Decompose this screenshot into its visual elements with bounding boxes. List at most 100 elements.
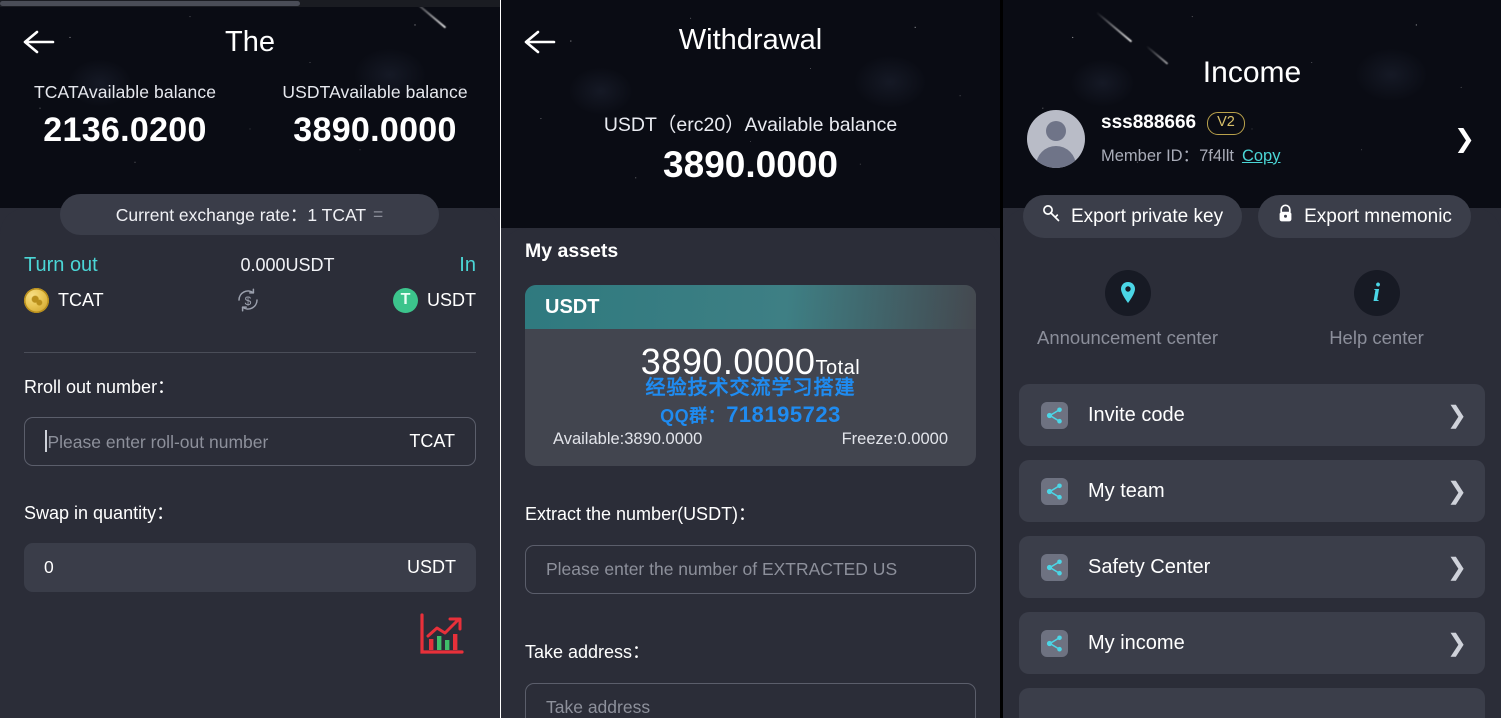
extract-placeholder: Please enter the number of EXTRACTED US [546, 559, 898, 579]
lock-icon [1277, 204, 1294, 229]
roll-out-placeholder-text: Please enter roll-out number [47, 432, 269, 452]
turn-in-label[interactable]: In [459, 254, 476, 277]
swap-in-label: Swap in quantity： [24, 503, 175, 523]
copy-button[interactable]: Copy [1242, 147, 1281, 165]
exchange-panel: The TCATAvailable balance 2136.0200 USDT… [0, 0, 500, 718]
user-profile-row[interactable]: sss888666 V2 Member ID：7f4llt Copy ❯ [1027, 110, 1479, 168]
menu-item-label: Safety Center [1088, 555, 1211, 578]
balance-cell-usdt: USDTAvailable balance 3890.0000 [250, 82, 500, 150]
chevron-right-icon: ❯ [1446, 477, 1467, 505]
divider-line [24, 352, 476, 353]
asset-coin-label: USDT [545, 295, 600, 318]
income-panel: Income sss888666 V2 Member ID：7f4llt Copy… [1003, 0, 1501, 718]
available-balance-value: 3890.0000 [663, 144, 838, 185]
asset-card-header: USDT [525, 285, 976, 329]
asset-available: Available:3890.0000 [553, 430, 703, 448]
tcat-coin-icon [24, 287, 49, 313]
balance-label: TCATAvailable balance [33, 82, 217, 102]
export-buttons-row: Export private key Export mnemonic [1023, 195, 1483, 238]
member-id-label: Member ID： [1101, 146, 1200, 165]
exchange-rate-equals: = [373, 204, 384, 224]
chevron-right-icon: ❯ [1446, 553, 1467, 581]
roll-out-unit: TCAT [409, 431, 455, 451]
trend-chart-icon[interactable] [418, 612, 464, 656]
info-icon: i [1353, 270, 1400, 316]
member-id-row: Member ID：7f4llt Copy [1101, 142, 1454, 166]
usdt-asset-card[interactable]: USDT 3890.0000Total 经验技术交流学习搭建 QQ群：71819… [525, 285, 976, 466]
income-menu-list: Invite code ❯ My team ❯ Safety Center ❯ [1019, 384, 1485, 718]
take-address-input[interactable]: Take address [525, 683, 976, 718]
income-content-sheet: Export private key Export mnemonic Annou… [1003, 195, 1501, 718]
extract-field-group: Extract the number(USDT)： Please enter t… [525, 500, 976, 594]
roll-out-label: Rroll out number： [24, 377, 176, 397]
menu-item-my-income[interactable]: My income ❯ [1019, 612, 1485, 674]
announcement-center-label: Announcement center [1036, 327, 1218, 348]
announcement-center-shortcut[interactable]: Announcement center [1003, 270, 1252, 349]
turn-out-label[interactable]: Turn out [24, 254, 98, 277]
exchange-rate-text: Current exchange rate：1 TCAT [115, 205, 367, 225]
share-nodes-icon [1041, 401, 1068, 429]
help-center-shortcut[interactable]: i Help center [1252, 270, 1501, 349]
swap-in-field-group: Swap in quantity： 0 USDT [24, 499, 476, 592]
horizontal-scrollbar[interactable] [0, 0, 500, 7]
help-center-label: Help center [1329, 327, 1424, 348]
location-pin-icon [1104, 270, 1151, 316]
svg-text:$: $ [245, 294, 252, 308]
asset-total-word: Total [815, 357, 861, 379]
export-mnemonic-button[interactable]: Export mnemonic [1258, 195, 1471, 238]
roll-out-placeholder: Please enter roll-out number [45, 430, 268, 453]
balance-summary: TCATAvailable balance 2136.0200 USDTAvai… [0, 82, 500, 150]
asset-freeze: Freeze:0.0000 [841, 430, 948, 448]
my-assets-heading: My assets [525, 240, 619, 262]
menu-item-my-team[interactable]: My team ❯ [1019, 460, 1485, 522]
menu-item-safety-center[interactable]: Safety Center ❯ [1019, 536, 1485, 598]
usdt-coin-icon: T [392, 287, 418, 313]
to-coin[interactable]: T USDT [392, 287, 476, 313]
menu-item-label: My team [1088, 479, 1165, 502]
exchange-rate-pill: Current exchange rate：1 TCAT = [60, 194, 439, 235]
withdrawal-form-sheet: My assets USDT 3890.0000Total 经验技术交流学习搭建… [501, 228, 1000, 718]
chevron-right-icon[interactable]: ❯ [1454, 124, 1475, 154]
swap-in-input[interactable]: 0 USDT [24, 543, 476, 592]
center-shortcuts-row: Announcement center i Help center [1003, 270, 1501, 349]
export-private-key-button[interactable]: Export private key [1023, 195, 1243, 238]
share-nodes-icon [1041, 629, 1068, 657]
menu-item-label: My income [1088, 631, 1185, 654]
balance-cell-tcat: TCATAvailable balance 2136.0200 [0, 82, 250, 150]
balance-subtitle: USDT（erc20）Available balance [603, 114, 898, 136]
menu-item-invite-code[interactable]: Invite code ❯ [1019, 384, 1485, 446]
page-title: Withdrawal [678, 24, 823, 56]
swap-in-unit: USDT [407, 557, 456, 577]
from-coin[interactable]: TCAT [24, 287, 104, 313]
asset-total-value: 3890.0000 [640, 341, 816, 382]
address-field-group: Take address： Take address [525, 638, 976, 718]
chevron-right-icon: ❯ [1446, 401, 1467, 429]
roll-out-input[interactable]: Please enter roll-out number TCAT [24, 417, 476, 466]
swap-circle-icon[interactable]: $ [235, 287, 261, 313]
to-coin-label: USDT [426, 289, 476, 310]
page-title: The [225, 26, 275, 58]
asset-card-footer: Available:3890.0000 Freeze:0.0000 [525, 430, 976, 449]
key-icon [1042, 204, 1061, 229]
swap-direction-row: Turn out 0.000USDT In TCAT $ T USDT [24, 254, 476, 313]
from-coin-label: TCAT [58, 289, 104, 310]
balance-value: 3890.0000 [293, 111, 457, 149]
page-title: Income [1202, 56, 1302, 89]
watermark-line-2: QQ群：718195723 [525, 402, 976, 428]
menu-item-partial[interactable] [1019, 688, 1485, 718]
user-name: sss888666 [1101, 112, 1197, 134]
withdrawal-panel: Withdrawal USDT（erc20）Available balance … [501, 0, 1000, 718]
balance-label: USDTAvailable balance [282, 82, 468, 102]
swap-mid-value: 0.000USDT [240, 255, 335, 275]
extract-amount-input[interactable]: Please enter the number of EXTRACTED US [525, 545, 976, 594]
middle-nav-bar: Withdrawal [501, 0, 1000, 84]
watermark-qq-number: 718195723 [726, 402, 841, 427]
chevron-right-icon: ❯ [1446, 629, 1467, 657]
scrollbar-thumb[interactable] [0, 1, 300, 6]
extract-label: Extract the number(USDT)： [525, 504, 757, 524]
share-nodes-icon [1041, 553, 1068, 581]
swap-in-value: 0 [44, 557, 54, 577]
user-avatar-icon [1027, 110, 1085, 168]
left-nav-bar: The [0, 0, 500, 84]
exchange-form-sheet: Turn out 0.000USDT In TCAT $ T USDT Rrol… [0, 208, 500, 718]
